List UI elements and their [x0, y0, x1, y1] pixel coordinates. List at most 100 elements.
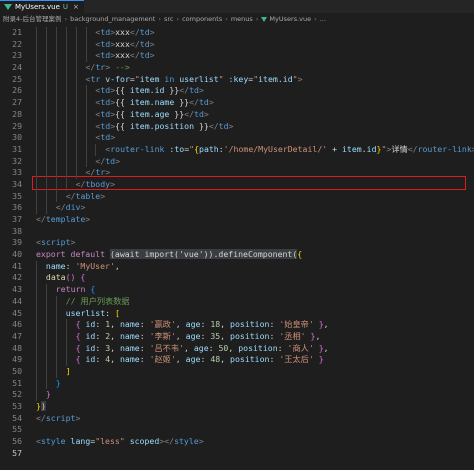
- indent-guide: [55, 85, 57, 98]
- editor-tab-bar: MyUsers.vue U ×: [0, 0, 474, 13]
- tab-myusers-vue[interactable]: MyUsers.vue U ×: [0, 0, 84, 13]
- code-token: </: [36, 412, 46, 423]
- code-line: 24 </tr> -->: [0, 62, 474, 74]
- indent-guide: [75, 108, 77, 121]
- code-token: item: [129, 85, 150, 96]
- indent-guide: [65, 27, 67, 39]
- code-token: </: [95, 155, 106, 166]
- code-token: </: [65, 190, 76, 201]
- code-token: item: [129, 97, 150, 108]
- line-number: 34: [12, 178, 22, 189]
- indent-guide: [36, 202, 37, 214]
- code-token: (): [65, 272, 76, 283]
- code-token: 18: [210, 319, 221, 330]
- code-text: <tr v-for="item in userlist" :key="item.…: [86, 74, 303, 86]
- code-text: userlist: [: [66, 308, 120, 320]
- indent-guide: [55, 319, 57, 331]
- breadcrumb-item[interactable]: menus: [231, 15, 253, 23]
- code-token: ,: [228, 342, 239, 353]
- indent-guide: [36, 85, 37, 98]
- code-token: :: [95, 342, 106, 353]
- code-token: </: [129, 50, 140, 61]
- code-token: data: [45, 272, 66, 283]
- indent-guide: [45, 307, 47, 320]
- code-token: </: [189, 97, 199, 108]
- close-icon[interactable]: ×: [73, 3, 79, 11]
- code-token: return: [55, 284, 86, 295]
- indent-guide: [65, 178, 67, 191]
- indent-guide: [45, 319, 47, 331]
- indent-guide: [36, 167, 37, 179]
- breadcrumb-item[interactable]: MyUsers.vue: [269, 15, 311, 23]
- code-line: 47 { id: 2, name: '李斯', age: 35, position…: [0, 330, 474, 343]
- code-token: :key: [228, 73, 249, 84]
- indent-guide: [36, 178, 37, 191]
- code-line: 41 name: 'MyUser',: [0, 260, 474, 273]
- indent-guide: [85, 132, 87, 144]
- line-number: 56: [12, 436, 22, 447]
- code-text: </template>: [36, 214, 90, 226]
- code-line: 25 <tr v-for="item in userlist" :key="ite…: [0, 73, 474, 86]
- indent-guide: [85, 143, 87, 156]
- breadcrumb-item[interactable]: ...: [320, 15, 326, 23]
- line-number: 30: [12, 132, 22, 143]
- code-token: export: [36, 249, 66, 260]
- indent-guide: [55, 73, 57, 86]
- code-token: script: [45, 412, 76, 423]
- indent-guide: [36, 295, 37, 308]
- code-token: >: [149, 38, 155, 49]
- code-token: xxx: [115, 27, 130, 37]
- indent-guide: [36, 73, 37, 86]
- code-token: (await import('vue')).defineComponent(: [109, 249, 298, 260]
- code-token: </: [75, 178, 86, 189]
- code-token: id: [366, 143, 377, 154]
- indent-guide: [36, 27, 37, 39]
- indent-guide: [45, 365, 47, 378]
- indent-guide: [55, 295, 57, 308]
- breadcrumb-separator: ›: [255, 15, 259, 23]
- code-token: default: [70, 249, 106, 260]
- indent-guide: [55, 190, 57, 203]
- code-token: ]: [65, 365, 71, 376]
- breadcrumb-item[interactable]: components: [182, 15, 222, 23]
- indent-guide: [65, 73, 67, 86]
- indent-guide: [45, 284, 47, 296]
- code-line: 34 </tbody>: [0, 178, 474, 191]
- indent-guide: [65, 143, 67, 156]
- breadcrumb-item[interactable]: src: [164, 15, 174, 23]
- code-token: :: [139, 354, 150, 365]
- breadcrumb-item[interactable]: background_management: [70, 15, 155, 23]
- code-token: :: [200, 330, 211, 341]
- line-number: 52: [12, 389, 22, 400]
- code-line: 36 </div>: [0, 202, 474, 214]
- line-number: 40: [12, 249, 22, 260]
- code-token: template: [45, 214, 86, 224]
- code-token: table: [75, 190, 101, 201]
- code-token: td: [100, 97, 111, 108]
- code-text: </tbody>: [76, 179, 115, 191]
- code-line: 27 <td>{{ item.name }}</td>: [0, 97, 474, 109]
- code-token: </: [179, 85, 190, 96]
- indent-guide: [45, 202, 47, 214]
- code-token: name: [119, 342, 140, 353]
- code-line: 38: [0, 226, 474, 238]
- code-token: >: [115, 155, 121, 166]
- code-editor[interactable]: 21 <td>xxx</td> 22 <td>xxx</td> 23 <td>xxx</t…: [0, 27, 474, 470]
- code-token: name: [154, 97, 175, 108]
- line-number: 45: [12, 307, 22, 318]
- code-token: >: [208, 97, 214, 108]
- code-token: >: [198, 85, 204, 96]
- indent-guide: [36, 120, 37, 133]
- breadcrumb-item[interactable]: 附录4-后台管理案例: [3, 15, 61, 23]
- code-token: td: [139, 27, 150, 37]
- indent-guide: [75, 143, 77, 156]
- code-token: :: [65, 260, 76, 271]
- code-line: 23 <td>xxx</td>: [0, 50, 474, 63]
- code-line: 21 <td>xxx</td>: [0, 27, 474, 39]
- code-token: item: [341, 143, 362, 154]
- code-token: {: [90, 284, 96, 295]
- line-number: 44: [12, 295, 22, 306]
- code-token: td: [100, 108, 111, 119]
- indent-guide: [75, 73, 77, 86]
- line-number: 28: [12, 108, 22, 119]
